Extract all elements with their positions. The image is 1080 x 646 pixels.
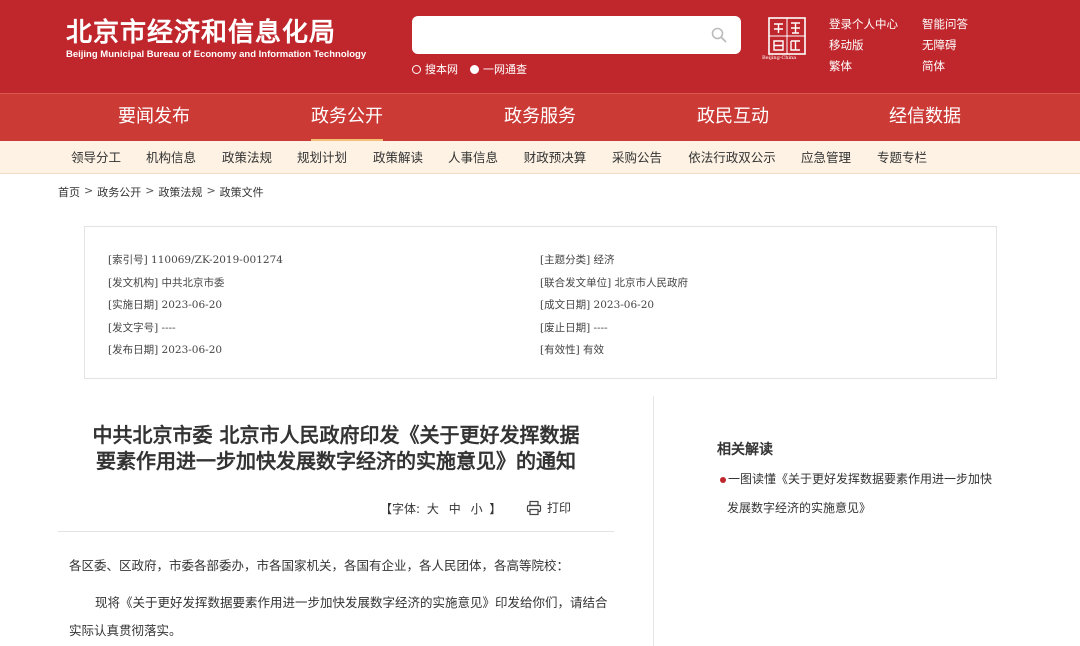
meta-effective-date: [实施日期] 2023-06-20 — [108, 299, 223, 311]
subnav-item[interactable]: 依法行政双公示 — [688, 141, 776, 174]
breadcrumb-separator: > — [84, 184, 94, 197]
font-size-medium-button[interactable]: 中 — [449, 502, 461, 516]
link-simplified[interactable]: 简体 — [922, 56, 968, 77]
subnav-item[interactable]: 采购公告 — [612, 141, 662, 174]
link-mobile[interactable]: 移动版 — [829, 35, 898, 56]
breadcrumb-separator: > — [145, 184, 155, 197]
meta-topic: [主题分类] 经济 — [540, 254, 615, 266]
scope-option-label: 搜本网 — [425, 63, 458, 76]
printer-icon — [526, 500, 542, 515]
subnav-item[interactable]: 规划计划 — [297, 141, 347, 174]
metadata-column-left: [索引号] 110069/ZK-2019-001274 [发文机构] 中共北京市… — [108, 249, 283, 362]
search-scope-options: 搜本网 一网通查 — [412, 61, 527, 77]
subnav-item[interactable]: 人事信息 — [448, 141, 498, 174]
column-divider — [653, 396, 654, 646]
breadcrumb: 首页 > 政务公开 > 政策法规 > 政策文件 — [58, 184, 264, 200]
meta-validity: [有效性] 有效 — [540, 344, 605, 356]
breadcrumb-separator: > — [206, 184, 216, 197]
breadcrumb-item[interactable]: 政策法规 — [158, 184, 202, 200]
meta-publish-date: [发布日期] 2023-06-20 — [108, 344, 223, 356]
subnav-item[interactable]: 财政预决算 — [524, 141, 587, 174]
top-links-column-2: 智能问答 无障碍 简体 — [922, 14, 968, 77]
bullet-icon — [720, 476, 726, 483]
print-button[interactable]: 打印 — [526, 499, 571, 516]
top-links-column-1: 登录个人中心 移动版 繁体 — [829, 14, 898, 77]
site-header: 北京市经济和信息化局 Beijing Municipal Bureau of E… — [0, 0, 1080, 93]
font-size-large-button[interactable]: 大 — [427, 502, 439, 516]
radio-icon — [412, 64, 421, 74]
link-traditional[interactable]: 繁体 — [829, 56, 898, 77]
link-smart-qa[interactable]: 智能问答 — [922, 14, 968, 35]
font-size-controls: 【字体: 大 中 小 】 — [380, 500, 501, 517]
meta-document-number: [发文字号] ---- — [108, 321, 176, 334]
metadata-column-right: [主题分类] 经济 [联合发文单位] 北京市人民政府 [成文日期] 2023-0… — [540, 249, 688, 362]
nav-item-news[interactable]: 要闻发布 — [118, 94, 190, 142]
subnav-item[interactable]: 应急管理 — [801, 141, 851, 174]
article-title-line: 要素作用进一步加快发展数字经济的实施意见》的通知 — [96, 449, 576, 473]
subnav-item[interactable]: 政策解读 — [373, 141, 423, 174]
search-input[interactable] — [412, 16, 741, 54]
font-size-small-button[interactable]: 小 — [471, 502, 483, 516]
breadcrumb-item[interactable]: 政策文件 — [220, 184, 264, 200]
related-link-text: 一图读懂《关于更好发挥数据要素作用进一步加快 — [728, 472, 993, 486]
main-nav: 要闻发布 政务公开 政务服务 政民互动 经信数据 — [0, 93, 1080, 142]
subnav-item[interactable]: 专题专栏 — [877, 141, 927, 174]
sub-nav: 领导分工 机构信息 政策法规 规划计划 政策解读 人事信息 财政预决算 采购公告… — [0, 141, 1080, 174]
article-paragraph: 各区委、区政府，市委各部委办，市各国家机关，各国有企业，各人民团体，各高等院校： — [69, 558, 570, 573]
subnav-item[interactable]: 领导分工 — [71, 141, 121, 174]
site-logo-title[interactable]: 北京市经济和信息化局 — [66, 12, 336, 49]
article-title: 中共北京市委 北京市人民政府印发《关于更好发挥数据 要素作用进一步加快发展数字经… — [56, 422, 616, 474]
radio-selected-icon — [470, 64, 479, 74]
font-size-label: 【字体: — [380, 502, 421, 516]
document-metadata-box: [索引号] 110069/ZK-2019-001274 [发文机构] 中共北京市… — [84, 226, 997, 379]
related-reading-link[interactable]: 一图读懂《关于更好发挥数据要素作用进一步加快 发展数字经济的实施意见》 — [720, 465, 1020, 523]
scope-option-all[interactable]: 一网通查 — [470, 61, 527, 77]
article-paragraph: 现将《关于更好发挥数据要素作用进一步加快发展数字经济的实施意见》印发给你们，请结… — [69, 595, 608, 638]
print-label: 打印 — [547, 501, 572, 515]
site-logo-subtitle: Beijing Municipal Bureau of Economy and … — [66, 49, 367, 60]
scope-option-label: 一网通查 — [483, 63, 527, 76]
emblem-caption: Beijing·China — [762, 55, 797, 61]
breadcrumb-item[interactable]: 政务公开 — [97, 184, 141, 200]
nav-item-gov-affairs[interactable]: 政务公开 — [311, 94, 383, 142]
search-icon[interactable] — [711, 27, 727, 43]
breadcrumb-home[interactable]: 首页 — [58, 184, 80, 200]
article-title-line: 中共北京市委 北京市人民政府印发《关于更好发挥数据 — [92, 423, 580, 447]
nav-item-interaction[interactable]: 政民互动 — [697, 94, 769, 142]
meta-written-date: [成文日期] 2023-06-20 — [540, 299, 655, 311]
link-login[interactable]: 登录个人中心 — [829, 14, 898, 35]
font-size-label-close: 】 — [489, 502, 502, 516]
related-link-text: 发展数字经济的实施意见》 — [727, 501, 872, 515]
article-divider — [58, 531, 614, 532]
related-readings-title: 相关解读 — [717, 442, 773, 458]
meta-index-number: [索引号] 110069/ZK-2019-001274 — [108, 254, 283, 266]
meta-issuing-agency: [发文机构] 中共北京市委 — [108, 276, 225, 289]
link-accessibility[interactable]: 无障碍 — [922, 35, 968, 56]
meta-repeal-date: [废止日期] ---- — [540, 321, 608, 334]
scope-option-site[interactable]: 搜本网 — [412, 61, 458, 77]
nav-item-data[interactable]: 经信数据 — [889, 94, 961, 142]
nav-item-gov-services[interactable]: 政务服务 — [504, 94, 576, 142]
meta-joint-issuer: [联合发文单位] 北京市人民政府 — [540, 276, 689, 289]
subnav-item[interactable]: 机构信息 — [146, 141, 196, 174]
subnav-item[interactable]: 政策法规 — [222, 141, 272, 174]
